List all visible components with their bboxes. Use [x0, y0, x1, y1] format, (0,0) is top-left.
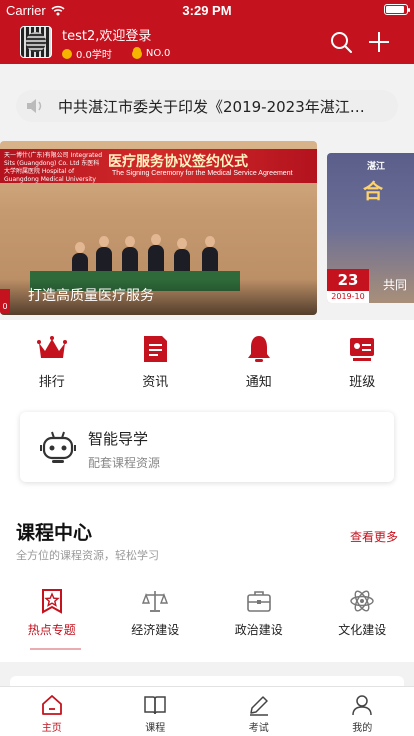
- category-label: 热点专题: [27, 623, 76, 637]
- quick-nav: 排行 资讯 通知 班级: [0, 320, 414, 406]
- status-time: 3:29 PM: [182, 3, 232, 18]
- user-rank: NO.0: [131, 48, 171, 59]
- quick-nav-news[interactable]: 资讯: [104, 320, 208, 406]
- category-label: 政治建设: [234, 623, 283, 637]
- slide-banner: 天一博什(广东)有限公司 Integrated Sits (Guangdong)…: [0, 149, 317, 183]
- carousel-slide-current[interactable]: 天一博什(广东)有限公司 Integrated Sits (Guangdong)…: [0, 141, 317, 315]
- tab-courses[interactable]: 课程: [104, 687, 208, 736]
- quick-nav-label: 排行: [38, 375, 65, 390]
- quick-nav-ranking[interactable]: 排行: [0, 320, 104, 406]
- user-rank-value: NO.0: [145, 48, 171, 59]
- speaker-icon: [27, 99, 42, 113]
- plus-icon[interactable]: [368, 31, 390, 53]
- tab-label: 考试: [248, 723, 269, 734]
- atom-icon: [350, 590, 374, 612]
- battery-fill: [386, 6, 404, 13]
- briefcase-icon: [246, 591, 271, 612]
- date-day: 23: [327, 269, 369, 291]
- banner-org: 天一博什(广东)有限公司 Integrated Sits (Guangdong)…: [4, 152, 103, 183]
- carousel-slide-next[interactable]: 湛江 合 23 2019-10 共同: [327, 153, 414, 303]
- next-slide-caption: 共同: [383, 278, 408, 292]
- banner-title: 医疗服务协议签约仪式: [108, 154, 248, 170]
- tab-label: 我的: [352, 723, 373, 734]
- guide-section: 智能导学 配套课程资源: [0, 406, 414, 496]
- medal-icon: [131, 48, 142, 59]
- user-stats: 0.0学时 NO.0: [62, 46, 190, 61]
- course-center: 课程中心 全方位的课程资源，轻松学习 查看更多 热点专题 经济建设 政治建设 文…: [0, 496, 414, 662]
- tab-label: 课程: [145, 723, 166, 734]
- category-label: 文化建设: [338, 623, 387, 637]
- category-economy[interactable]: 经济建设: [104, 588, 208, 658]
- slide-caption-text: 打造高质量医疗服务: [28, 288, 154, 304]
- status-bar: Carrier 3:29 PM: [0, 0, 414, 20]
- crown-icon: [36, 336, 67, 358]
- category-politics[interactable]: 政治建设: [207, 588, 311, 658]
- document-icon: [144, 336, 168, 362]
- quick-nav-label: 班级: [349, 375, 376, 390]
- quick-nav-label: 资讯: [142, 375, 169, 390]
- course-center-subtitle: 全方位的课程资源，轻松学习: [16, 549, 159, 562]
- pencil-icon: [249, 696, 268, 716]
- coin-icon: [62, 48, 72, 59]
- bottom-tab-bar: 主页 课程 考试 我的: [0, 686, 414, 736]
- tab-exam[interactable]: 考试: [207, 687, 311, 736]
- app-header: test2,欢迎登录 0.0学时 NO.0: [0, 20, 414, 64]
- tab-label: 主页: [41, 723, 62, 734]
- study-hours-value: 0.0学时: [76, 50, 112, 61]
- study-hours: 0.0学时: [62, 46, 112, 61]
- guide-title: 智能导学: [88, 430, 149, 448]
- avatar[interactable]: [20, 26, 52, 58]
- banner-subtitle: The Signing Ceremony for the Medical Ser…: [112, 170, 293, 177]
- category-hot-topics[interactable]: 热点专题: [0, 588, 104, 658]
- slide-caption: 0 打造高质量医疗服务: [0, 279, 317, 315]
- bell-icon: [247, 336, 270, 362]
- star-badge-icon: [41, 589, 62, 614]
- search-icon[interactable]: [330, 31, 352, 53]
- smart-guide-card[interactable]: 智能导学 配套课程资源: [20, 412, 394, 482]
- next-banner-head: 湛江: [367, 162, 386, 172]
- quick-nav-notification[interactable]: 通知: [207, 320, 311, 406]
- battery-icon: [384, 4, 410, 15]
- home-icon: [41, 695, 62, 715]
- guide-subtitle: 配套课程资源: [88, 456, 161, 470]
- course-center-title: 课程中心: [16, 522, 93, 544]
- scale-icon: [142, 591, 169, 612]
- greeting-text: test2,欢迎登录: [62, 29, 152, 44]
- quick-nav-class[interactable]: 班级: [311, 320, 414, 406]
- slide-index: 0: [0, 289, 10, 313]
- robot-icon: [40, 431, 76, 463]
- class-icon: [350, 338, 375, 361]
- date-year-month: 2019-10: [331, 292, 365, 301]
- view-more-link[interactable]: 查看更多: [350, 528, 398, 545]
- tab-profile[interactable]: 我的: [311, 687, 414, 736]
- profile-icon: [352, 695, 372, 716]
- quick-nav-label: 通知: [245, 375, 272, 390]
- course-categories: 热点专题 经济建设 政治建设 文化建设: [0, 588, 414, 658]
- book-icon: [144, 696, 166, 715]
- avatar-image: [26, 32, 46, 52]
- notice-text: 中共湛江市委关于印发《2019-2023年湛江市...: [58, 97, 378, 116]
- category-label: 经济建设: [131, 623, 180, 637]
- app-screen: Carrier 3:29 PM test2,欢迎登录 0.0学时 NO.0 中共…: [0, 0, 414, 736]
- tab-home[interactable]: 主页: [0, 687, 104, 736]
- date-badge: 23 2019-10: [327, 269, 369, 303]
- category-culture[interactable]: 文化建设: [311, 588, 414, 658]
- next-banner-big: 合: [363, 179, 383, 203]
- notice-bar[interactable]: 中共湛江市委关于印发《2019-2023年湛江市...: [16, 90, 398, 122]
- banner-carousel[interactable]: 天一博什(广东)有限公司 Integrated Sits (Guangdong)…: [0, 141, 414, 317]
